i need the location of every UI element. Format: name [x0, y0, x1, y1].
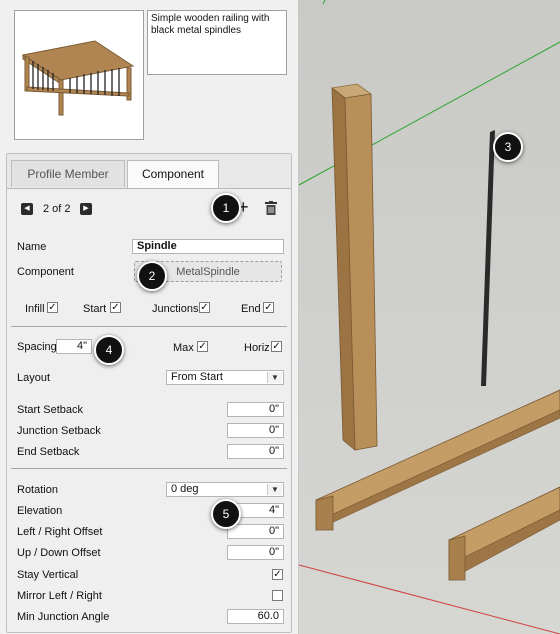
callout-badge-2: 2: [137, 261, 167, 291]
separator: [11, 326, 287, 327]
ud-offset-label: Up / Down Offset: [17, 547, 101, 559]
railing-editor-panel: Simple wooden railing with black metal s…: [0, 0, 299, 634]
chevron-down-icon[interactable]: ▼: [267, 372, 282, 383]
start-setback-input[interactable]: 0": [227, 402, 284, 417]
stay-vertical-label: Stay Vertical: [17, 569, 79, 581]
end-checkbox[interactable]: ✓: [263, 302, 274, 313]
properties-group: Profile Member Component ◀ 2 of 2 ▶ + Na…: [6, 153, 292, 633]
name-input[interactable]: Spindle: [132, 239, 284, 254]
rotation-select[interactable]: 0 deg ▼: [166, 482, 284, 497]
layout-label: Layout: [17, 372, 51, 384]
mirror-label: Mirror Left / Right: [17, 590, 102, 602]
start-label: Start: [83, 303, 107, 315]
3d-viewport[interactable]: 3: [299, 0, 560, 634]
wood-post: [331, 83, 378, 451]
prev-icon[interactable]: ◀: [21, 203, 33, 215]
mirror-checkbox[interactable]: [272, 590, 283, 601]
name-label: Name: [17, 241, 47, 253]
callout-badge-3: 3: [493, 132, 523, 162]
max-label: Max: [173, 342, 194, 354]
ud-offset-input[interactable]: 0": [227, 545, 284, 560]
junctions-label: Junctions: [152, 303, 199, 315]
horiz-checkbox[interactable]: ✓: [271, 341, 282, 352]
model-scene: [299, 0, 560, 634]
position-indicator: 2 of 2: [43, 203, 71, 215]
metal-spindle: [481, 130, 495, 386]
red-axis: [299, 564, 560, 634]
tab-profile-member[interactable]: Profile Member: [11, 160, 125, 187]
component-label: Component: [17, 266, 74, 278]
junction-setback-label: Junction Setback: [17, 425, 101, 437]
callout-badge-5: 5: [211, 499, 241, 529]
junction-setback-input[interactable]: 0": [227, 423, 284, 438]
junctions-checkbox[interactable]: ✓: [199, 302, 210, 313]
next-icon[interactable]: ▶: [80, 203, 92, 215]
infill-label: Infill: [25, 303, 45, 315]
rotation-label: Rotation: [17, 484, 58, 496]
trash-icon[interactable]: [265, 201, 277, 215]
lr-offset-label: Left / Right Offset: [17, 526, 103, 538]
start-setback-label: Start Setback: [17, 404, 84, 416]
description-text[interactable]: Simple wooden railing with black metal s…: [147, 10, 287, 75]
min-junction-input[interactable]: 60.0: [227, 609, 284, 624]
spacing-label: Spacing: [17, 341, 57, 353]
separator: [11, 468, 287, 469]
elevation-label: Elevation: [17, 505, 63, 517]
stay-vertical-checkbox[interactable]: ✓: [272, 569, 283, 580]
horiz-label: Horiz: [244, 342, 270, 354]
railing-thumbnail-image: [21, 40, 135, 116]
rotation-select-value: 0 deg: [171, 483, 199, 495]
chevron-down-icon[interactable]: ▼: [267, 484, 282, 495]
layout-select[interactable]: From Start ▼: [166, 370, 284, 385]
callout-badge-1: 1: [211, 193, 241, 223]
end-setback-label: End Setback: [17, 446, 80, 458]
top-rail: [448, 486, 560, 581]
lr-offset-input[interactable]: 0": [227, 524, 284, 539]
start-checkbox[interactable]: ✓: [110, 302, 121, 313]
end-label: End: [241, 303, 261, 315]
callout-badge-4: 4: [94, 335, 124, 365]
max-checkbox[interactable]: ✓: [197, 341, 208, 352]
spacing-input[interactable]: 4": [56, 339, 92, 354]
end-setback-input[interactable]: 0": [227, 444, 284, 459]
railing-thumbnail: [14, 10, 144, 140]
tab-bar: Profile Member Component: [7, 154, 291, 189]
infill-checkbox[interactable]: ✓: [47, 302, 58, 313]
min-junction-label: Min Junction Angle: [17, 611, 110, 623]
tab-component[interactable]: Component: [127, 160, 219, 188]
layout-select-value: From Start: [171, 371, 223, 383]
